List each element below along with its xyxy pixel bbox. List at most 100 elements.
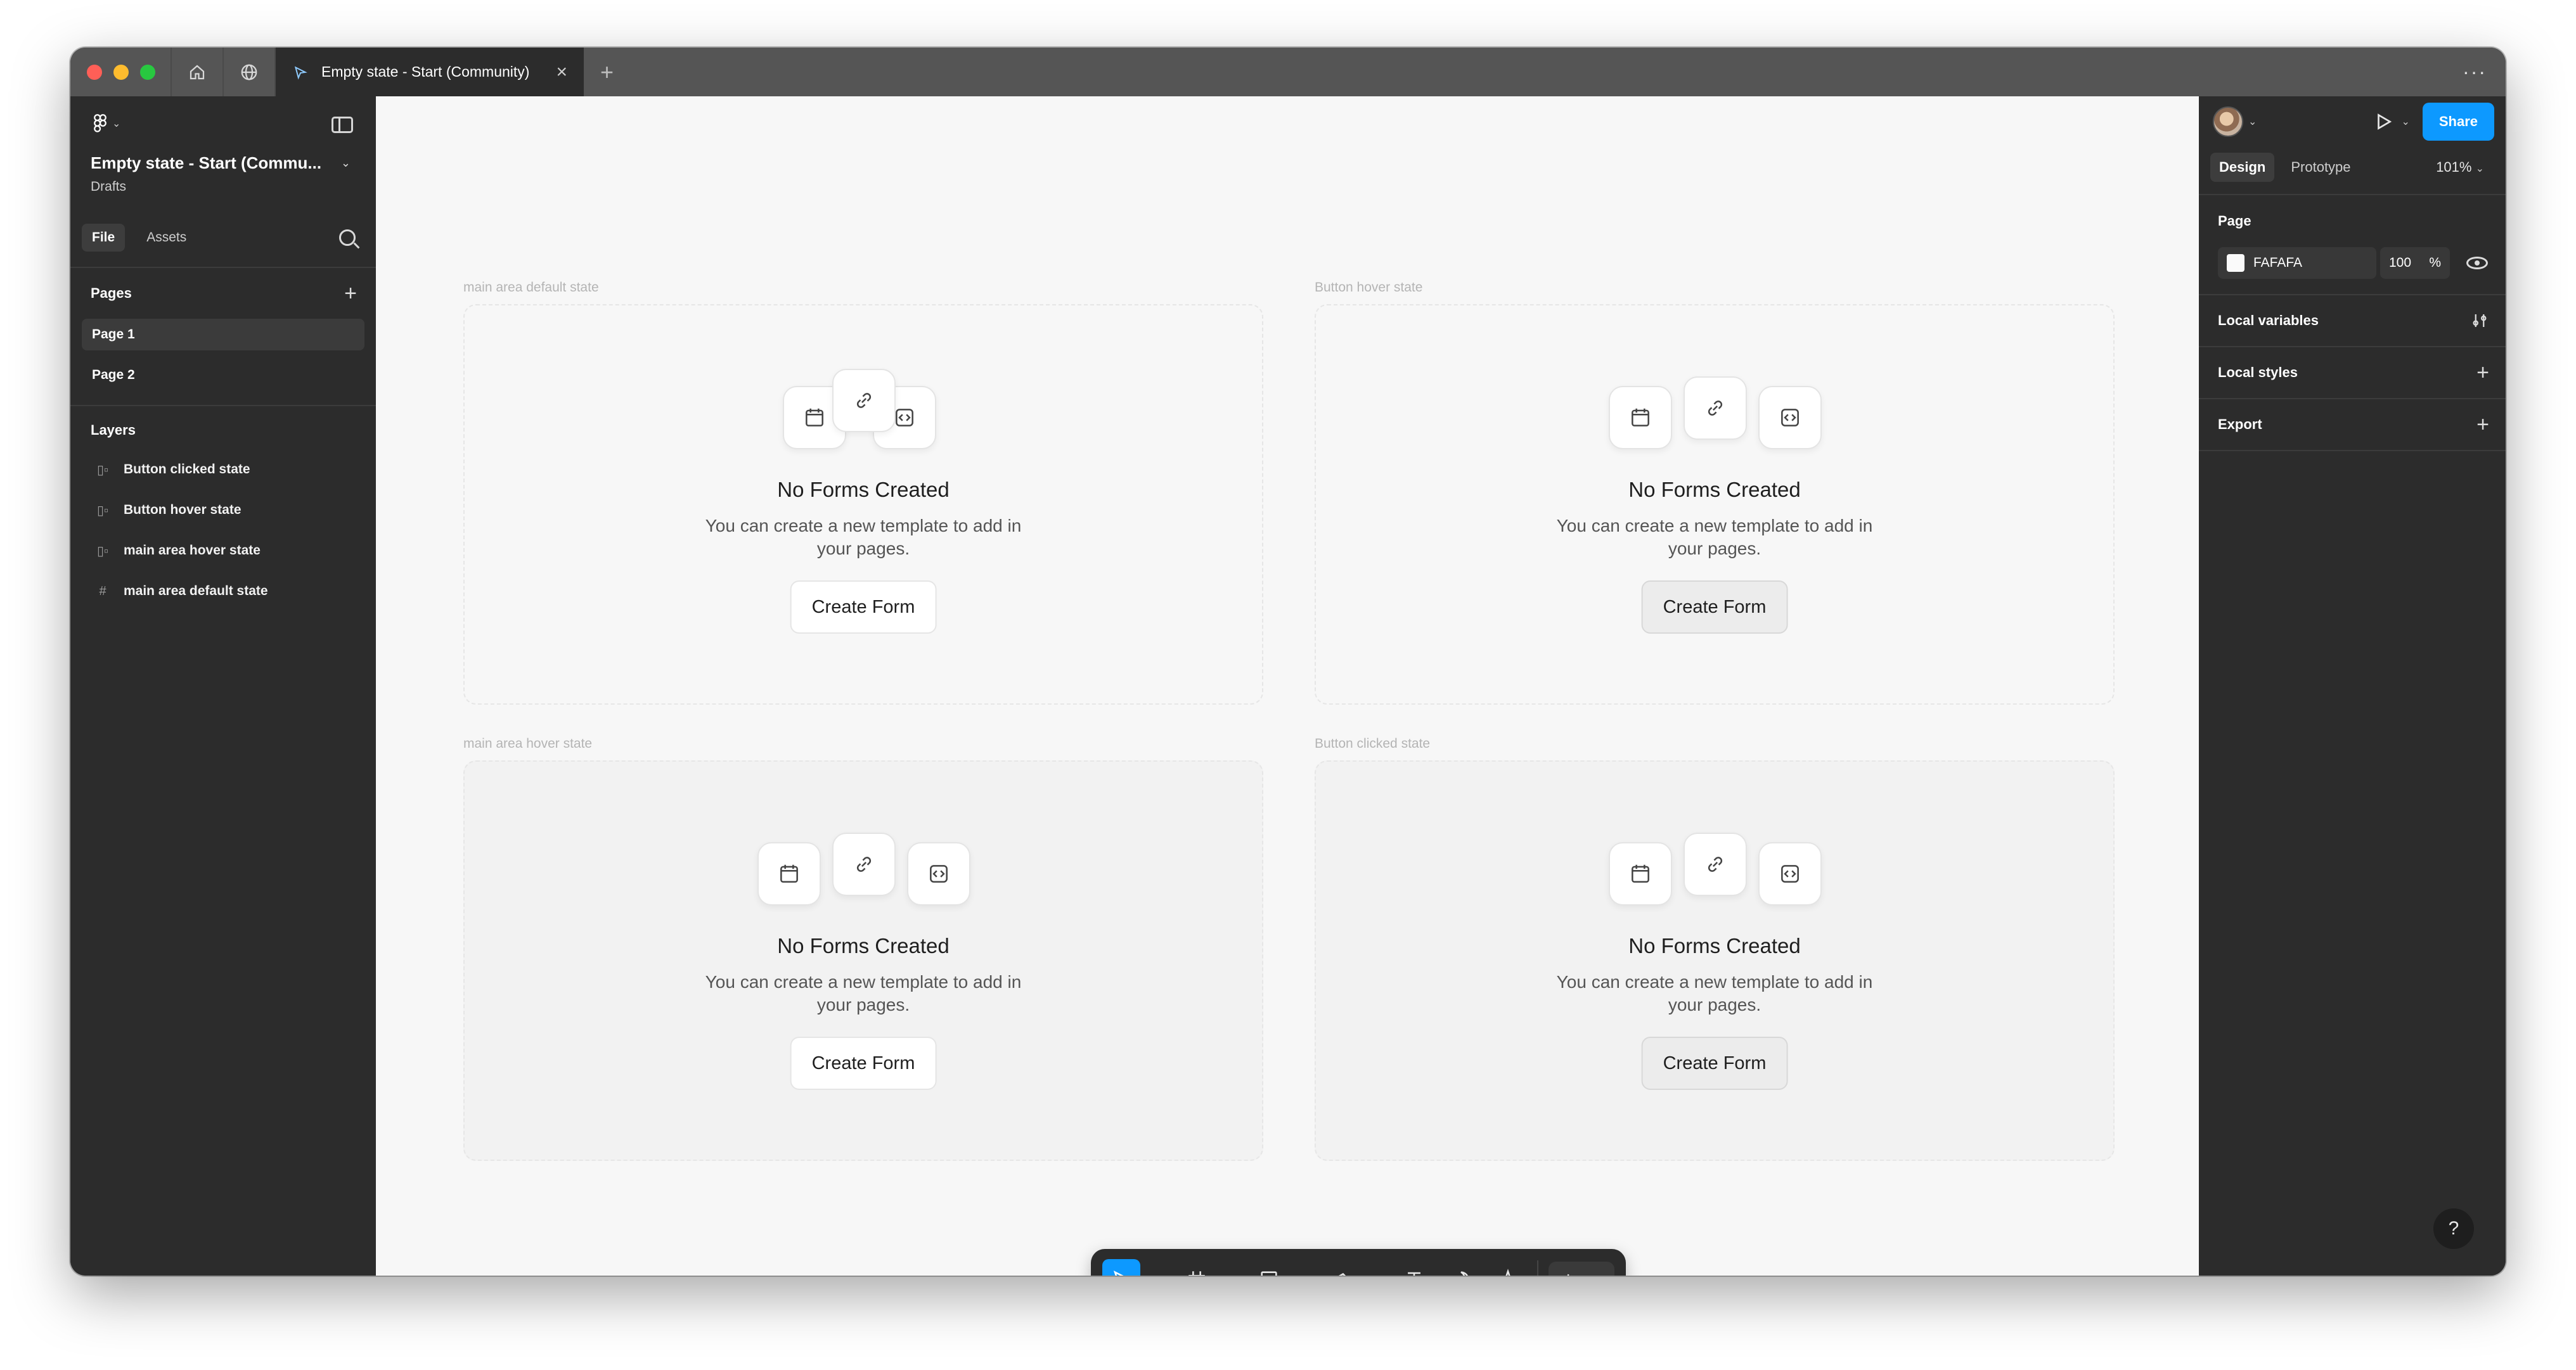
layer-item[interactable]: ▯▫ Button clicked state	[70, 449, 376, 490]
present-play-icon[interactable]	[2372, 110, 2395, 133]
layer-name: Button hover state	[124, 503, 242, 517]
page-opacity-field[interactable]: 100 %	[2380, 247, 2450, 279]
add-style-icon[interactable]: +	[2476, 362, 2489, 383]
code-icon-tile	[907, 842, 970, 906]
page-item-1[interactable]: Page 1	[82, 319, 364, 350]
create-form-button[interactable]: Create Form	[1641, 1037, 1788, 1090]
text-icon	[1407, 1272, 1420, 1276]
zoom-value: 101%	[2436, 159, 2472, 175]
frame-label[interactable]: Button clicked state	[1315, 736, 1430, 752]
shape-tool-menu[interactable]: ⌄	[1288, 1259, 1303, 1276]
text-tool-button[interactable]	[1395, 1259, 1433, 1276]
export-row[interactable]: Export +	[2199, 399, 2506, 451]
frame-vertical-icon: ▯▫	[96, 503, 109, 518]
search-icon[interactable]	[339, 229, 356, 246]
pen-tool-button[interactable]	[1322, 1259, 1360, 1276]
code-icon	[1781, 865, 1799, 883]
page-opacity-value[interactable]: 100	[2389, 255, 2411, 271]
new-tab-button[interactable]: +	[600, 60, 614, 84]
move-tool-button[interactable]	[1102, 1259, 1141, 1276]
share-button[interactable]: Share	[2422, 103, 2494, 141]
export-label: Export	[2218, 416, 2262, 432]
file-tab[interactable]: Empty state - Start (Community) ×	[274, 48, 584, 96]
chevron-down-icon[interactable]: ⌄	[2401, 115, 2409, 128]
title-bar: Empty state - Start (Community) × + ···	[70, 48, 2506, 96]
calendar-icon-tile	[1609, 842, 1672, 906]
community-button[interactable]	[222, 48, 274, 96]
frame-main-area-hover[interactable]: No Forms Created You can create a new te…	[463, 760, 1263, 1161]
calendar-icon	[1632, 864, 1649, 883]
app-window: Empty state - Start (Community) × + ··· …	[70, 48, 2506, 1276]
layers-header: Layers	[70, 411, 376, 449]
file-location[interactable]: Drafts	[91, 179, 376, 195]
local-variables-label: Local variables	[2218, 312, 2319, 328]
minimize-window-button[interactable]	[113, 64, 129, 80]
actions-tool-button[interactable]	[1489, 1259, 1527, 1276]
layer-item[interactable]: # main area default state	[70, 571, 376, 611]
layers-heading: Layers	[91, 422, 136, 438]
canvas[interactable]: main area default state No Forms Created…	[376, 96, 2199, 1276]
page-color-value[interactable]: FAFAFA	[2253, 255, 2302, 271]
frame-label[interactable]: main area default state	[463, 280, 599, 295]
add-page-icon[interactable]: +	[344, 283, 357, 304]
code-icon	[930, 865, 948, 883]
page-color-field[interactable]: FAFAFA	[2218, 247, 2376, 279]
layer-name: Button clicked state	[124, 462, 250, 477]
frame-label[interactable]: Button hover state	[1315, 280, 1422, 295]
layer-name: main area hover state	[124, 543, 261, 558]
help-button[interactable]: ?	[2433, 1208, 2474, 1249]
frame-tool-button[interactable]	[1177, 1259, 1215, 1276]
close-window-button[interactable]	[87, 64, 102, 80]
local-variables-row[interactable]: Local variables	[2199, 295, 2506, 347]
avatar[interactable]	[2213, 106, 2243, 137]
layer-item[interactable]: ▯▫ Button hover state	[70, 490, 376, 530]
create-form-button[interactable]: Create Form	[1641, 580, 1788, 634]
left-panel-header: ⌄	[70, 96, 376, 133]
pages-header: Pages +	[70, 268, 376, 319]
more-options-icon[interactable]: ···	[2463, 60, 2487, 84]
tab-prototype[interactable]: Prototype	[2282, 153, 2359, 182]
page-fill-row: FAFAFA 100 %	[2218, 247, 2488, 279]
close-tab-icon[interactable]: ×	[556, 62, 567, 82]
percent-label: %	[2429, 255, 2441, 270]
icon-stack	[1316, 376, 2113, 449]
code-icon-tile	[1758, 842, 1822, 906]
file-name-button[interactable]: Empty state - Start (Commu... ⌄	[91, 153, 376, 173]
create-form-button[interactable]: Create Form	[790, 1037, 937, 1090]
create-form-button[interactable]: Create Form	[790, 580, 937, 634]
variables-settings-icon[interactable]	[2470, 311, 2489, 330]
comment-tool-button[interactable]	[1442, 1259, 1480, 1276]
visibility-eye-icon[interactable]	[2466, 257, 2488, 269]
zoom-level[interactable]: 101% ⌄	[2436, 159, 2494, 176]
layer-item[interactable]: ▯▫ main area hover state	[70, 530, 376, 571]
toggle-sidebar-icon[interactable]	[332, 117, 353, 133]
pen-tool-menu[interactable]: ⌄	[1360, 1259, 1375, 1276]
rectangle-tool-button[interactable]	[1250, 1259, 1288, 1276]
rectangle-icon	[1261, 1271, 1277, 1276]
frame-label[interactable]: main area hover state	[463, 736, 592, 752]
frame-button-hover[interactable]: No Forms Created You can create a new te…	[1315, 304, 2115, 705]
calendar-icon	[1632, 408, 1649, 426]
frame-vertical-icon: ▯▫	[96, 544, 109, 558]
maximize-window-button[interactable]	[140, 64, 155, 80]
local-styles-row[interactable]: Local styles +	[2199, 347, 2506, 399]
tab-assets[interactable]: Assets	[136, 224, 196, 252]
frame-hash-icon: #	[99, 584, 106, 598]
main-menu-button[interactable]: ⌄	[93, 114, 120, 133]
tab-file[interactable]: File	[82, 224, 126, 252]
frame-icon	[1188, 1271, 1205, 1276]
page-section: Page FAFAFA 100 %	[2199, 195, 2506, 295]
chevron-down-icon[interactable]: ⌄	[2248, 115, 2257, 128]
dev-mode-toggle[interactable]	[1548, 1262, 1615, 1276]
frame-main-area-default[interactable]: No Forms Created You can create a new te…	[463, 304, 1263, 705]
move-tool-menu[interactable]: ⌄	[1140, 1259, 1156, 1276]
add-export-icon[interactable]: +	[2476, 414, 2489, 435]
page-item-2[interactable]: Page 2	[82, 359, 364, 391]
color-swatch[interactable]	[2227, 254, 2244, 272]
frame-button-clicked[interactable]: No Forms Created You can create a new te…	[1315, 760, 2115, 1161]
frame-tool-menu[interactable]: ⌄	[1216, 1259, 1231, 1276]
actions-icon	[1505, 1269, 1510, 1276]
move-icon	[1113, 1271, 1124, 1276]
tab-design[interactable]: Design	[2210, 153, 2275, 182]
home-button[interactable]	[171, 48, 222, 96]
